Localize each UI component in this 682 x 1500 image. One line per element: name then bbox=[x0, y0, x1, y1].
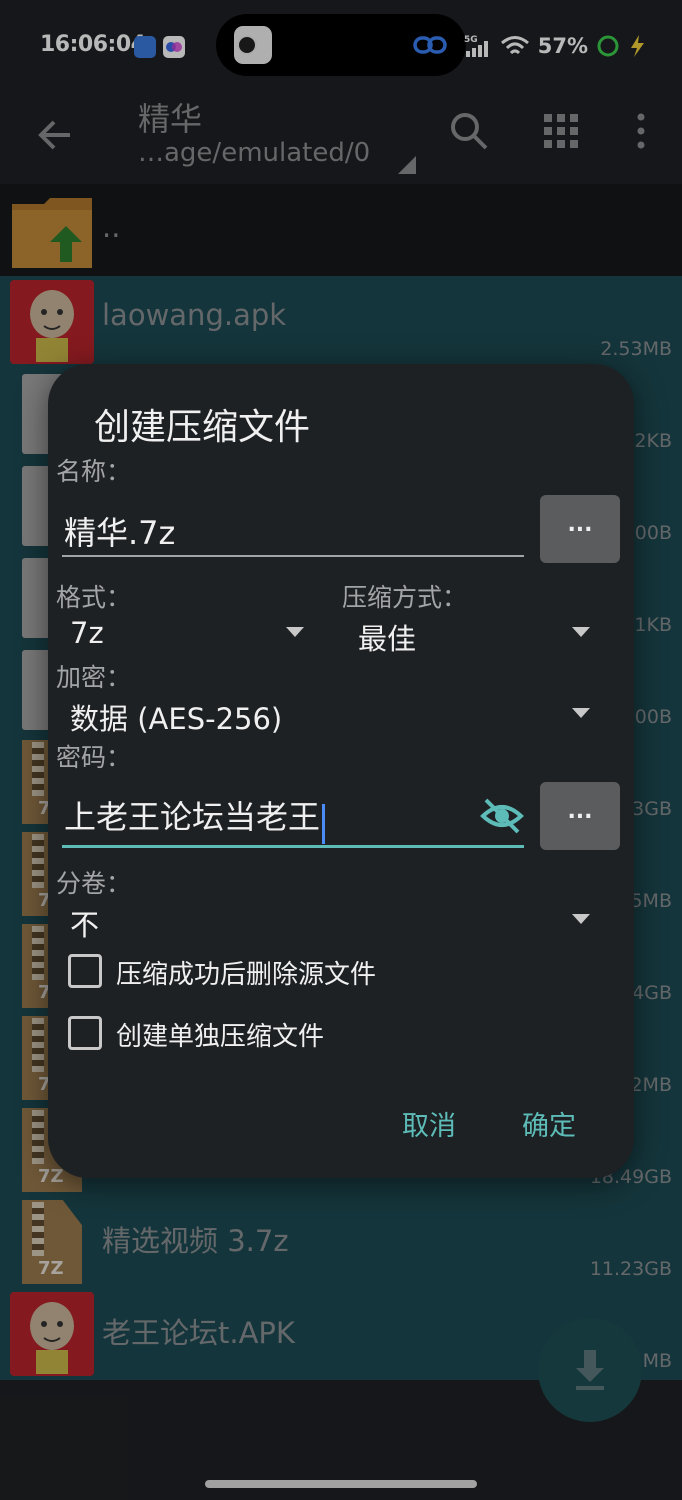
delete-source-checkbox[interactable] bbox=[68, 954, 102, 988]
encrypt-label: 加密： bbox=[56, 663, 132, 692]
split-select[interactable]: 不 bbox=[70, 902, 99, 944]
format-select[interactable]: 7z bbox=[70, 616, 104, 650]
password-underline bbox=[62, 845, 524, 848]
ok-button[interactable]: 确定 bbox=[522, 1104, 576, 1143]
password-field-wrap[interactable]: 上老王论坛当老王 bbox=[64, 792, 326, 844]
separate-archive-label[interactable]: 创建单独压缩文件 bbox=[116, 1016, 324, 1053]
name-input[interactable]: 精华.7z bbox=[64, 508, 175, 554]
method-select[interactable]: 最佳 bbox=[358, 616, 416, 658]
delete-source-label[interactable]: 压缩成功后删除源文件 bbox=[116, 954, 376, 991]
dialog-title: 创建压缩文件 bbox=[94, 407, 311, 448]
split-label: 分卷： bbox=[56, 869, 132, 898]
text-cursor bbox=[322, 803, 326, 844]
name-label: 名称： bbox=[56, 457, 132, 486]
method-label: 压缩方式： bbox=[342, 583, 468, 612]
password-input[interactable]: 上老王论坛当老王 bbox=[64, 798, 320, 836]
split-dropdown-icon[interactable] bbox=[572, 914, 590, 924]
name-underline bbox=[62, 555, 524, 557]
separate-archive-checkbox[interactable] bbox=[68, 1016, 102, 1050]
encrypt-select[interactable]: 数据 (AES-256) bbox=[70, 696, 282, 738]
cancel-button[interactable]: 取消 bbox=[402, 1104, 456, 1143]
method-dropdown-icon[interactable] bbox=[572, 627, 590, 637]
format-label: 格式： bbox=[56, 583, 132, 612]
format-dropdown-icon[interactable] bbox=[286, 627, 304, 637]
encrypt-dropdown-icon[interactable] bbox=[572, 708, 590, 718]
browse-name-button[interactable]: ... bbox=[540, 495, 620, 563]
password-options-button[interactable]: ... bbox=[540, 782, 620, 850]
create-archive-dialog: 创建压缩文件 名称： 精华.7z ... 格式： 7z 压缩方式： 最佳 加密：… bbox=[48, 364, 634, 1178]
password-label: 密码： bbox=[56, 743, 132, 772]
eye-off-icon[interactable] bbox=[480, 796, 524, 836]
